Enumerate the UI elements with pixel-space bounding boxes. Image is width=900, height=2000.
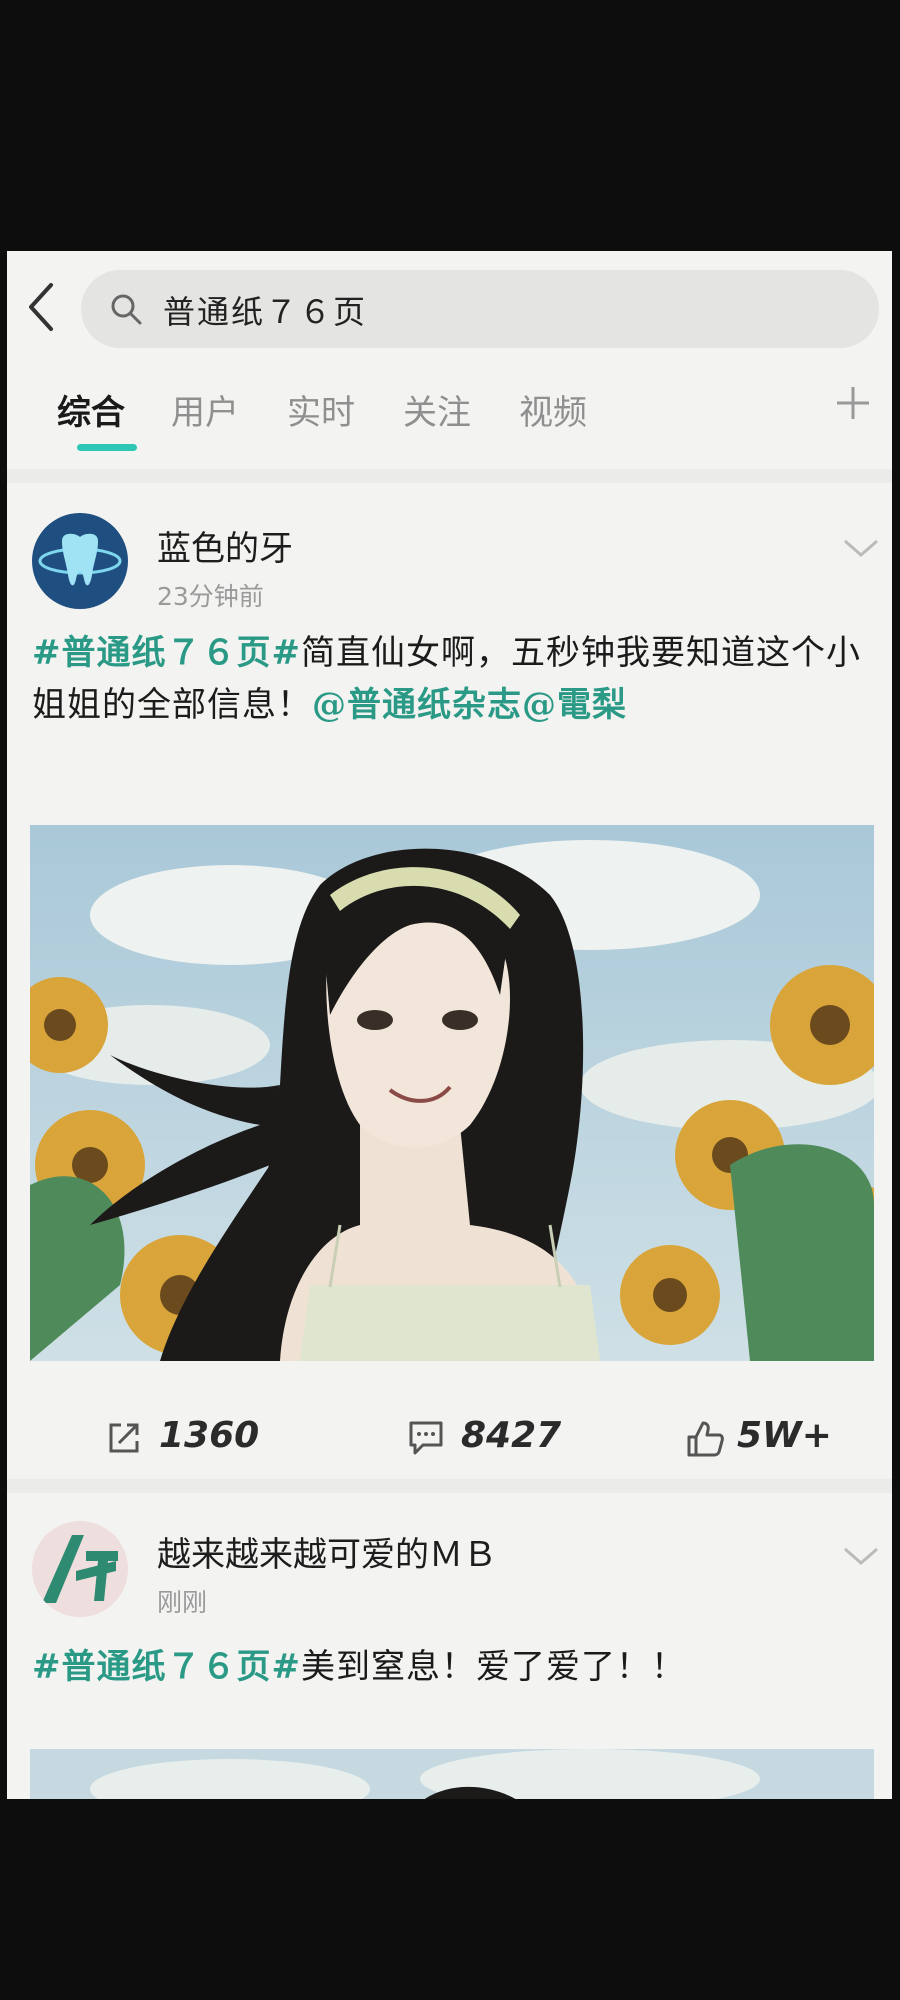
tab-video[interactable]: 视频 [519,385,587,434]
post-username[interactable]: 越来越来越可爱的ＭＢ [157,1527,497,1576]
chevron-down-icon[interactable] [841,1543,881,1569]
thumbs-up-icon [687,1421,724,1457]
chevron-down-icon[interactable] [841,535,881,561]
tab-realtime[interactable]: 实时 [287,385,355,434]
post-timestamp: 23分钟前 [157,582,264,611]
feed-post: 越来越来越可爱的ＭＢ 刚刚 #普通纸７６页#美到窒息！爱了爱了！！ [7,1493,892,1799]
avatar[interactable] [32,1521,128,1617]
post-timestamp: 刚刚 [157,1588,208,1617]
search-icon [111,294,142,325]
tab-bar: 综合 用户 实时 关注 视频 [7,363,892,463]
mention[interactable]: @電梨 [522,685,627,725]
repost-count: 1360 [159,1415,260,1456]
search-header: 普通纸７６页 [7,251,892,356]
mention[interactable]: @普通纸杂志 [312,685,522,725]
post-actions-bar: 1360 8427 5W+ [7,1403,892,1473]
tab-comprehensive[interactable]: 综合 [57,385,125,434]
search-query: 普通纸７６页 [163,293,368,331]
back-arrow-icon [29,283,53,331]
post-body: 美到窒息！爱了爱了！！ [300,1647,686,1687]
tab-following[interactable]: 关注 [403,385,471,434]
post-username[interactable]: 蓝色的牙 [157,521,293,570]
plus-icon[interactable] [833,383,873,423]
post-image[interactable] [30,1749,874,1799]
post-text: #普通纸７６页#简直仙女啊，五秒钟我要知道这个小姐姐的全部信息！@普通纸杂志@電… [32,627,877,731]
comment-icon [409,1421,443,1455]
tab-users[interactable]: 用户 [171,385,239,434]
comment-button[interactable]: 8427 [407,1403,587,1473]
back-button[interactable] [21,279,65,335]
hashtag[interactable]: #普通纸７６页# [32,1647,301,1687]
post-text: #普通纸７６页#美到窒息！爱了爱了！！ [32,1641,877,1693]
hashtag[interactable]: #普通纸７６页# [32,633,301,673]
divider [7,469,892,483]
share-icon [109,1423,139,1453]
like-button[interactable]: 5W+ [685,1403,875,1473]
search-input[interactable]: 普通纸７６页 [81,270,879,348]
repost-button[interactable]: 1360 [105,1403,265,1473]
app-screen: 普通纸７６页 综合 用户 实时 关注 视频 蓝色的牙 23分钟前 #普通纸７６页… [7,251,892,1799]
feed-post: 蓝色的牙 23分钟前 #普通纸７６页#简直仙女啊，五秒钟我要知道这个小姐姐的全部… [7,483,892,1423]
post-image[interactable] [30,825,874,1361]
comment-count: 8427 [461,1415,562,1456]
divider [7,1479,892,1493]
avatar[interactable] [32,513,128,609]
active-tab-indicator [77,444,137,451]
like-count: 5W+ [737,1415,832,1456]
